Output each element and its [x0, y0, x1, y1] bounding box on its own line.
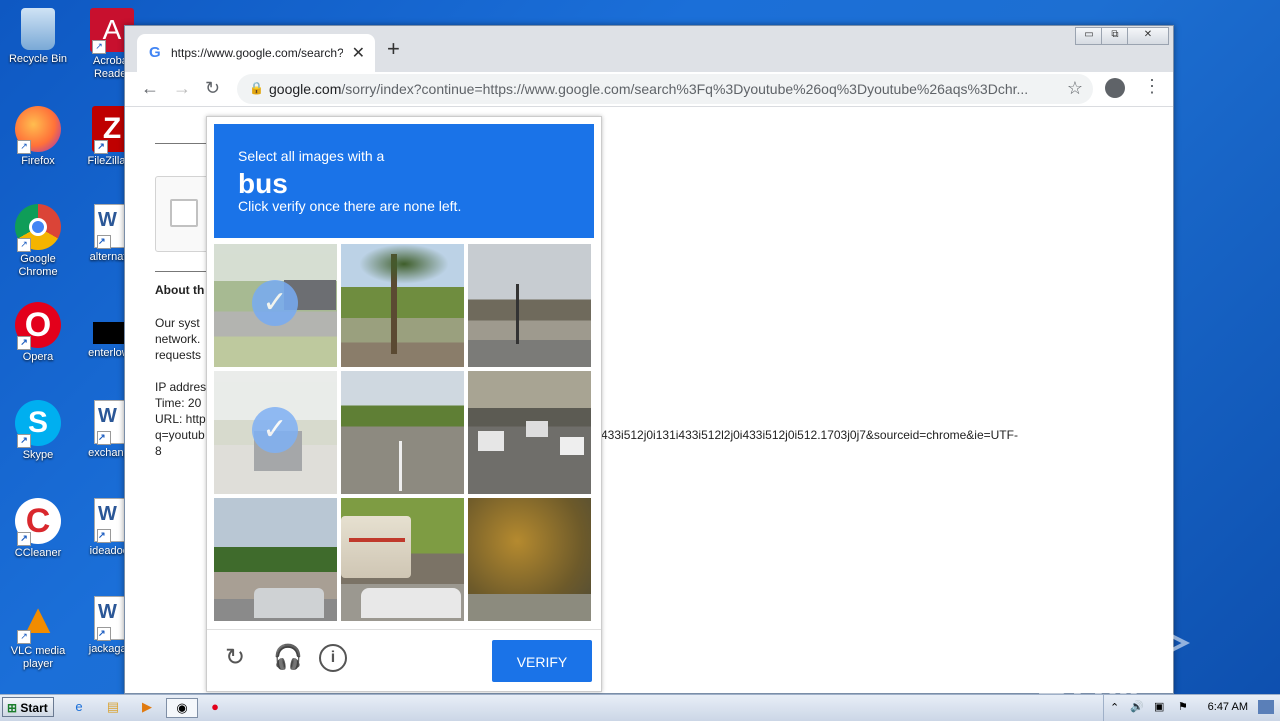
restore-button[interactable]: ⧉: [1101, 27, 1129, 45]
skype-desktop-icon[interactable]: S ↗ Skype: [0, 400, 76, 462]
chrome-desktop-icon[interactable]: ↗ Google Chrome: [0, 204, 76, 279]
url-text: google.com/sorry/index?continue=https://…: [269, 81, 1029, 97]
recaptcha-checkbox[interactable]: [170, 199, 198, 227]
reload-icon[interactable]: ↻: [205, 76, 220, 100]
recaptcha-challenge-popup: Select all images with a bus Click verif…: [206, 116, 602, 692]
vlc-desktop-icon[interactable]: ▲ ↗ VLC media player: [0, 596, 76, 671]
about-heading: About th: [155, 283, 205, 297]
recycle-bin-label: Recycle Bin: [8, 53, 68, 65]
clock[interactable]: 6:47 AM: [1208, 701, 1248, 713]
info-line: requests: [155, 348, 202, 362]
volume-icon[interactable]: 🔊: [1130, 700, 1144, 713]
vlc-cone-icon: ▲ ↗: [17, 595, 59, 644]
info-line: URL: http: [155, 412, 206, 426]
media-player-icon[interactable]: ▶: [136, 698, 158, 716]
internet-explorer-icon[interactable]: e: [68, 698, 90, 716]
windows-logo-icon: ⊞: [7, 701, 18, 715]
opera-taskbar-icon[interactable]: ●: [204, 698, 226, 716]
skype-label: Skype: [22, 449, 54, 461]
profile-avatar-icon[interactable]: [1105, 78, 1125, 98]
show-desktop-icon[interactable]: [1258, 700, 1274, 714]
back-arrow-icon[interactable]: ←: [141, 76, 159, 100]
info-line: q=youtub: [155, 428, 205, 442]
info-icon[interactable]: i: [319, 644, 347, 672]
title-bar: G https://www.google.com/search?q= ✕ + ▭…: [125, 26, 1173, 72]
image-tile-6[interactable]: [468, 371, 591, 494]
system-tray: ⌃ 🔊 ▣ ⚑ 6:47 AM: [1103, 695, 1280, 721]
image-tile-4[interactable]: ✓: [214, 371, 337, 494]
url-tail: 433i512j0i131i433i512l2j0i433i512j0i512.…: [601, 428, 1018, 442]
challenge-instruction: Select all images with a: [238, 148, 385, 164]
new-tab-button[interactable]: +: [387, 38, 400, 60]
challenge-header: Select all images with a bus Click verif…: [214, 124, 594, 238]
firefox-label: Firefox: [21, 155, 55, 167]
info-line: Time: 20: [155, 396, 202, 410]
start-button[interactable]: ⊞ Start: [2, 697, 54, 717]
opera-icon: O ↗: [15, 302, 61, 350]
info-line: network.: [155, 332, 201, 346]
vlc-label: VLC media player: [10, 645, 66, 670]
file-explorer-icon[interactable]: ▤: [102, 698, 124, 716]
browser-tab[interactable]: G https://www.google.com/search?q= ✕: [137, 34, 375, 72]
skype-icon: S ↗: [15, 400, 61, 448]
opera-label: Opera: [22, 351, 54, 363]
challenge-keyword: bus: [238, 168, 288, 199]
image-tile-3[interactable]: [468, 244, 591, 367]
challenge-footer: ↻ 🎧 i VERIFY: [207, 629, 601, 692]
image-tile-5[interactable]: [341, 371, 464, 494]
image-tile-1[interactable]: ✓: [214, 244, 337, 367]
chrome-icon: ↗: [15, 204, 61, 252]
ccleaner-desktop-icon[interactable]: C ↗ CCleaner: [0, 498, 76, 560]
minimize-button[interactable]: ▭: [1075, 27, 1103, 45]
chrome-label: Google Chrome: [18, 253, 58, 278]
image-tile-7[interactable]: [214, 498, 337, 621]
recycle-bin-icon: [21, 8, 55, 50]
taskbar: ⊞ Start e ▤ ▶ ◉ ● ⌃ 🔊 ▣ ⚑ 6:47 AM: [0, 694, 1280, 721]
challenge-hint: Click verify once there are none left.: [238, 198, 462, 214]
image-tile-9[interactable]: [468, 498, 591, 621]
firefox-icon: ↗: [15, 106, 61, 154]
info-line: 8: [155, 444, 162, 458]
recycle-bin-desktop-icon[interactable]: Recycle Bin: [0, 8, 76, 66]
selected-check-icon: ✓: [252, 407, 298, 453]
tab-title: https://www.google.com/search?q=: [171, 46, 343, 60]
chrome-taskbar-icon[interactable]: ◉: [166, 698, 198, 718]
image-tile-8[interactable]: [341, 498, 464, 621]
info-line: Our syst: [155, 316, 200, 330]
selected-check-icon: ✓: [252, 280, 298, 326]
tray-expand-icon[interactable]: ⌃: [1110, 701, 1119, 714]
tab-close-icon[interactable]: ✕: [352, 43, 365, 63]
reload-challenge-icon[interactable]: ↻: [225, 644, 245, 672]
ccleaner-icon: C ↗: [15, 498, 61, 546]
bookmark-star-icon[interactable]: ☆: [1067, 78, 1083, 99]
image-grid: ✓ ✓: [214, 244, 594, 624]
forward-arrow-icon[interactable]: →: [173, 76, 191, 100]
ccleaner-label: CCleaner: [14, 547, 62, 559]
lock-icon: 🔒: [249, 81, 264, 95]
opera-desktop-icon[interactable]: O ↗ Opera: [0, 302, 76, 364]
flag-icon[interactable]: ⚑: [1178, 700, 1188, 713]
firefox-desktop-icon[interactable]: ↗ Firefox: [0, 106, 76, 168]
image-tile-2[interactable]: [341, 244, 464, 367]
audio-headphones-icon[interactable]: 🎧: [273, 644, 303, 672]
info-line: IP addres: [155, 380, 207, 394]
google-favicon-icon: G: [149, 44, 161, 61]
verify-button[interactable]: VERIFY: [492, 640, 592, 682]
close-window-button[interactable]: ✕: [1127, 27, 1169, 45]
kebab-menu-icon[interactable]: ⋮: [1143, 76, 1161, 97]
network-icon[interactable]: ▣: [1154, 700, 1164, 713]
address-bar[interactable]: 🔒 google.com/sorry/index?continue=https:…: [237, 74, 1093, 104]
browser-toolbar: ← → ↻ 🔒 google.com/sorry/index?continue=…: [125, 72, 1173, 107]
